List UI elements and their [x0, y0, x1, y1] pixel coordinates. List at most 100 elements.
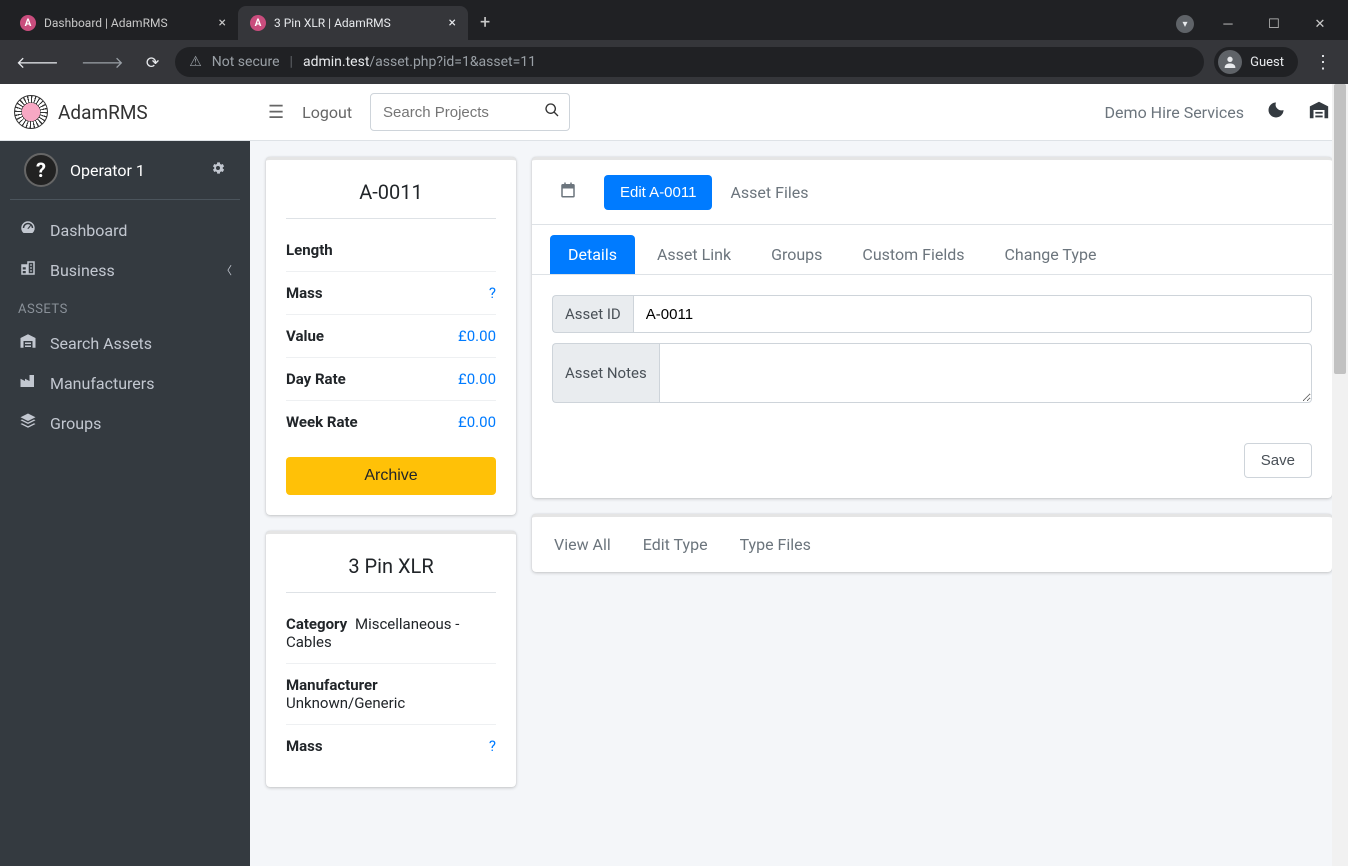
close-icon[interactable]: × [449, 15, 456, 31]
archive-button[interactable]: Archive [286, 457, 496, 495]
forward-icon[interactable]: 🡒 [75, 48, 130, 76]
dayrate-label: Day Rate [286, 370, 346, 388]
view-all-link[interactable]: View All [554, 535, 611, 554]
weekrate-label: Week Rate [286, 413, 358, 431]
gear-icon[interactable] [210, 160, 226, 180]
length-label: Length [286, 241, 333, 259]
reload-icon[interactable]: ⟳ [140, 49, 165, 76]
sidebar-item-label: Dashboard [50, 221, 127, 240]
asset-type-card: 3 Pin XLR Category Miscellaneous - Cable… [266, 531, 516, 787]
user-panel: ? Operator 1 [10, 141, 240, 200]
tab-title: Dashboard | AdamRMS [44, 16, 168, 30]
dashboard-icon [18, 219, 38, 241]
asset-summary-card: A-0011 Length Mass ? Val [266, 157, 516, 515]
type-title: 3 Pin XLR [286, 554, 496, 593]
question-icon: ? [24, 153, 58, 187]
chevron-down-icon[interactable]: ▾ [1176, 15, 1194, 33]
content-area: A-0011 Length Mass ? Val [250, 141, 1348, 866]
org-name[interactable]: Demo Hire Services [1105, 103, 1244, 122]
tab-groups[interactable]: Groups [753, 235, 840, 274]
sidebar: AdamRMS ? Operator 1 Dashboard [0, 84, 250, 866]
type-mass-label: Mass [286, 737, 323, 755]
edit-asset-button[interactable]: Edit A-0011 [604, 175, 712, 210]
building-icon [18, 259, 38, 281]
asset-notes-field-label: Asset Notes [552, 343, 659, 403]
close-icon[interactable]: × [219, 15, 226, 31]
sidebar-item-groups[interactable]: Groups [0, 403, 250, 443]
user-icon [1218, 50, 1242, 74]
asset-id-input[interactable] [633, 295, 1312, 333]
brand[interactable]: AdamRMS [0, 84, 250, 141]
value-label: Value [286, 327, 324, 345]
tab-title: 3 Pin XLR | AdamRMS [274, 16, 391, 30]
maximize-button[interactable]: ☐ [1252, 8, 1296, 40]
industry-icon [18, 372, 38, 394]
sidebar-item-business[interactable]: Business 〈 [0, 250, 250, 290]
mass-value: ? [489, 284, 496, 302]
sidebar-item-label: Business [50, 261, 115, 280]
back-icon[interactable]: 🡐 [10, 48, 65, 76]
url-path: /asset.php?id=1&asset=11 [369, 54, 536, 70]
browser-tab-strip: A Dashboard | AdamRMS × A 3 Pin XLR | Ad… [0, 0, 1348, 40]
browser-tab-active[interactable]: A 3 Pin XLR | AdamRMS × [238, 6, 468, 40]
user-name[interactable]: Operator 1 [70, 161, 145, 180]
moon-icon[interactable] [1266, 100, 1286, 124]
type-mass-value: ? [489, 737, 496, 755]
asset-id-title: A-0011 [286, 180, 496, 219]
url-host: admin.test [303, 54, 369, 70]
brand-logo-icon [14, 95, 48, 129]
sidebar-item-label: Groups [50, 414, 101, 433]
warehouse-icon [18, 332, 38, 354]
manufacturer-value: Unknown/Generic [286, 694, 496, 712]
menu-icon[interactable]: ⋮ [1308, 52, 1338, 73]
tab-custom-fields[interactable]: Custom Fields [844, 235, 982, 274]
sidebar-item-label: Manufacturers [50, 374, 154, 393]
new-tab-button[interactable]: + [468, 12, 502, 33]
scrollbar-thumb[interactable] [1334, 84, 1346, 374]
value-value: £0.00 [458, 327, 496, 345]
edit-type-link[interactable]: Edit Type [643, 535, 708, 554]
browser-toolbar: 🡐 🡒 ⟳ ⚠ Not secure | admin.test/asset.ph… [0, 40, 1348, 84]
tab-change-type[interactable]: Change Type [987, 235, 1115, 274]
favicon-icon: A [250, 15, 266, 31]
asset-edit-card: Edit A-0011 Asset Files Details Asset Li… [532, 157, 1332, 498]
layers-icon [18, 412, 38, 434]
tab-asset-link[interactable]: Asset Link [639, 235, 749, 274]
sidebar-item-dashboard[interactable]: Dashboard [0, 210, 250, 250]
browser-tab-inactive[interactable]: A Dashboard | AdamRMS × [8, 6, 238, 40]
not-secure-icon: ⚠ [189, 54, 202, 70]
favicon-icon: A [20, 15, 36, 31]
asset-notes-input[interactable] [659, 343, 1312, 403]
save-button[interactable]: Save [1244, 443, 1312, 478]
minimize-button[interactable]: ─ [1206, 8, 1250, 40]
dayrate-value: £0.00 [458, 370, 496, 388]
asset-files-link[interactable]: Asset Files [730, 183, 808, 202]
warehouse-icon[interactable] [1308, 99, 1330, 125]
guest-label: Guest [1250, 55, 1284, 70]
asset-subtabs: Details Asset Link Groups Custom Fields … [532, 225, 1332, 275]
brand-name: AdamRMS [58, 101, 148, 124]
tab-details[interactable]: Details [550, 235, 635, 274]
mass-label: Mass [286, 284, 323, 302]
address-bar[interactable]: ⚠ Not secure | admin.test/asset.php?id=1… [175, 47, 1204, 77]
close-window-button[interactable]: ✕ [1298, 8, 1342, 40]
topbar: ☰ Logout Demo Hire Services [250, 84, 1348, 141]
weekrate-value: £0.00 [458, 413, 496, 431]
chevron-left-icon: 〈 [221, 262, 232, 278]
manufacturer-label: Manufacturer [286, 676, 492, 694]
type-files-link[interactable]: Type Files [740, 535, 811, 554]
sidebar-item-label: Search Assets [50, 334, 152, 353]
asset-id-field-label: Asset ID [552, 295, 633, 333]
security-label: Not secure [212, 54, 280, 70]
type-actions-card: View All Edit Type Type Files [532, 514, 1332, 572]
search-projects-input[interactable] [370, 93, 570, 131]
logout-link[interactable]: Logout [302, 103, 352, 122]
sidebar-item-search-assets[interactable]: Search Assets [0, 323, 250, 363]
scrollbar[interactable] [1332, 84, 1348, 866]
category-label: Category [286, 615, 347, 633]
profile-button[interactable]: Guest [1214, 47, 1298, 77]
hamburger-icon[interactable]: ☰ [268, 102, 284, 123]
calendar-icon[interactable] [550, 174, 586, 210]
search-icon[interactable] [544, 102, 560, 122]
sidebar-item-manufacturers[interactable]: Manufacturers [0, 363, 250, 403]
